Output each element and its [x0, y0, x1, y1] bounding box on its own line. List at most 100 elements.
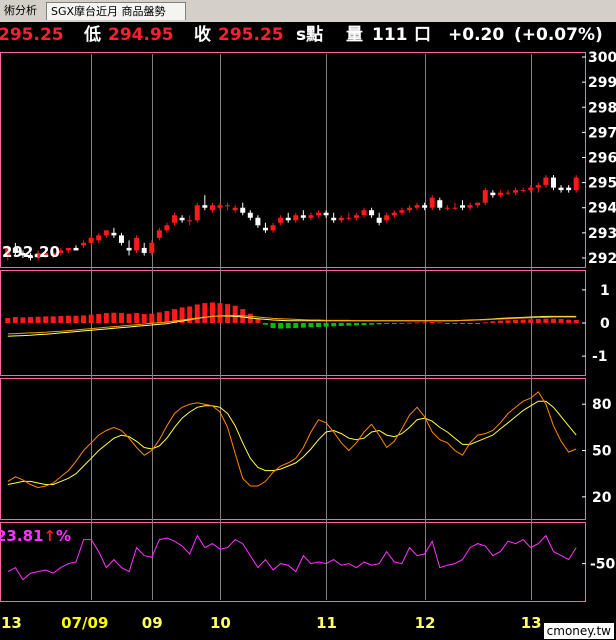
macd-bar-65 — [497, 320, 503, 323]
macd-ytick-label-0: 1 — [600, 283, 610, 299]
candle-body-19 — [149, 242, 155, 253]
macd-ytick-label-1: 0 — [600, 316, 610, 332]
change-percent: (+0.07%) — [514, 25, 603, 45]
macd-bar-50 — [384, 323, 390, 324]
macd-bar-53 — [406, 322, 412, 324]
candle-body-59 — [452, 207, 458, 209]
macd-bar-74 — [566, 319, 572, 323]
candle-body-66 — [505, 192, 511, 194]
macd-bar-35 — [270, 323, 276, 328]
low-value: 294.95 — [108, 25, 174, 45]
macd-bar-19 — [149, 313, 155, 323]
candle-body-41 — [316, 212, 322, 216]
candle-body-23 — [179, 217, 185, 221]
macd-bar-63 — [482, 322, 488, 324]
candle-body-11 — [88, 237, 94, 243]
macd-bar-61 — [467, 323, 473, 324]
candle-body-31 — [240, 207, 246, 213]
candle-body-57 — [437, 200, 443, 208]
candle-body-58 — [444, 207, 450, 209]
candle-body-67 — [513, 190, 519, 193]
macd-bar-64 — [490, 321, 496, 323]
xtick-label-0: 13 — [1, 614, 22, 632]
price-ytick-label-1: 299 — [588, 75, 616, 91]
xtick-label-4: 11 — [316, 614, 337, 632]
candle-body-72 — [550, 177, 556, 188]
tab-bar: 術分析 SGX摩台近月 商品盤勢 — [0, 0, 616, 22]
macd-bar-34 — [262, 323, 268, 325]
macd-bar-26 — [202, 303, 208, 323]
candle-body-36 — [278, 217, 284, 223]
candle-body-37 — [285, 217, 291, 221]
candle-body-65 — [497, 192, 503, 196]
tab-technical-analysis[interactable]: 術分析 — [0, 2, 44, 20]
candle-body-55 — [422, 205, 428, 208]
candle-body-63 — [482, 190, 488, 203]
macd-bar-12 — [96, 314, 102, 323]
candle-body-73 — [558, 187, 564, 191]
candle-body-54 — [414, 205, 420, 208]
candle-body-26 — [202, 205, 208, 208]
chart-canvas: 300299298297296295294293292292.2010-1805… — [0, 50, 616, 632]
candle-body-68 — [520, 190, 526, 192]
candle-body-50 — [384, 215, 390, 221]
macd-bar-11 — [88, 314, 94, 323]
pct-line — [7, 534, 577, 581]
panel-frame-price — [0, 52, 586, 268]
candle-body-35 — [270, 225, 276, 231]
macd-bar-55 — [422, 322, 428, 324]
candle-body-32 — [247, 212, 253, 218]
macd-bar-41 — [316, 323, 322, 327]
macd-bar-51 — [391, 323, 397, 324]
candle-body-18 — [141, 247, 147, 253]
macd-bar-54 — [414, 322, 420, 324]
tab-sgx-market[interactable]: SGX摩台近月 商品盤勢 — [46, 2, 186, 20]
close-label: 收 — [194, 25, 211, 45]
kd-ytick-label-0: 80 — [592, 397, 612, 413]
candle-body-49 — [376, 217, 382, 223]
price-ytick-label-6: 294 — [588, 201, 616, 217]
macd-bar-66 — [505, 320, 511, 323]
macd-bar-75 — [573, 320, 579, 323]
macd-bar-17 — [134, 313, 140, 323]
macd-bar-6 — [50, 316, 56, 323]
candle-body-53 — [406, 207, 412, 211]
candle-body-21 — [164, 225, 170, 231]
candle-body-9 — [73, 247, 79, 251]
macd-bar-21 — [164, 311, 170, 323]
candle-body-29 — [225, 205, 231, 207]
macd-bar-5 — [43, 316, 49, 323]
kd-ytick-label-2: 20 — [592, 490, 612, 506]
candle-body-62 — [475, 202, 481, 206]
macd-bar-52 — [399, 323, 405, 324]
macd-bar-58 — [444, 323, 450, 324]
macd-bar-56 — [429, 322, 435, 324]
macd-bar-67 — [513, 320, 519, 323]
candle-body-51 — [391, 212, 397, 216]
macd-bar-10 — [81, 315, 87, 323]
macd-bar-14 — [111, 312, 117, 323]
candle-body-27 — [209, 205, 215, 211]
pct-value-number: 23.81 — [0, 527, 43, 545]
macd-bar-48 — [369, 323, 375, 325]
candle-body-22 — [172, 215, 178, 223]
candle-body-15 — [118, 235, 124, 243]
price-low-label: 292.20 — [2, 243, 60, 261]
macd-bar-36 — [278, 323, 284, 329]
macd-bar-18 — [141, 314, 147, 323]
price-ytick-label-3: 297 — [588, 125, 616, 141]
macd-bar-13 — [103, 313, 109, 323]
macd-bar-3 — [28, 317, 34, 323]
candle-body-61 — [467, 205, 473, 208]
cmoney-watermark: cmoney.tw — [543, 623, 614, 639]
panel-frame-macd — [0, 270, 586, 376]
macd-bar-29 — [225, 304, 231, 323]
macd-bar-9 — [73, 315, 79, 323]
xtick-label-1: 07/09 — [61, 614, 108, 632]
xtick-label-3: 10 — [210, 614, 231, 632]
macd-bar-43 — [331, 323, 337, 327]
high-value: 295.25 — [0, 25, 64, 45]
candle-body-45 — [346, 217, 352, 219]
panel-frame-pct — [0, 522, 586, 602]
pct-value-label: 23.81↑% — [0, 527, 71, 545]
